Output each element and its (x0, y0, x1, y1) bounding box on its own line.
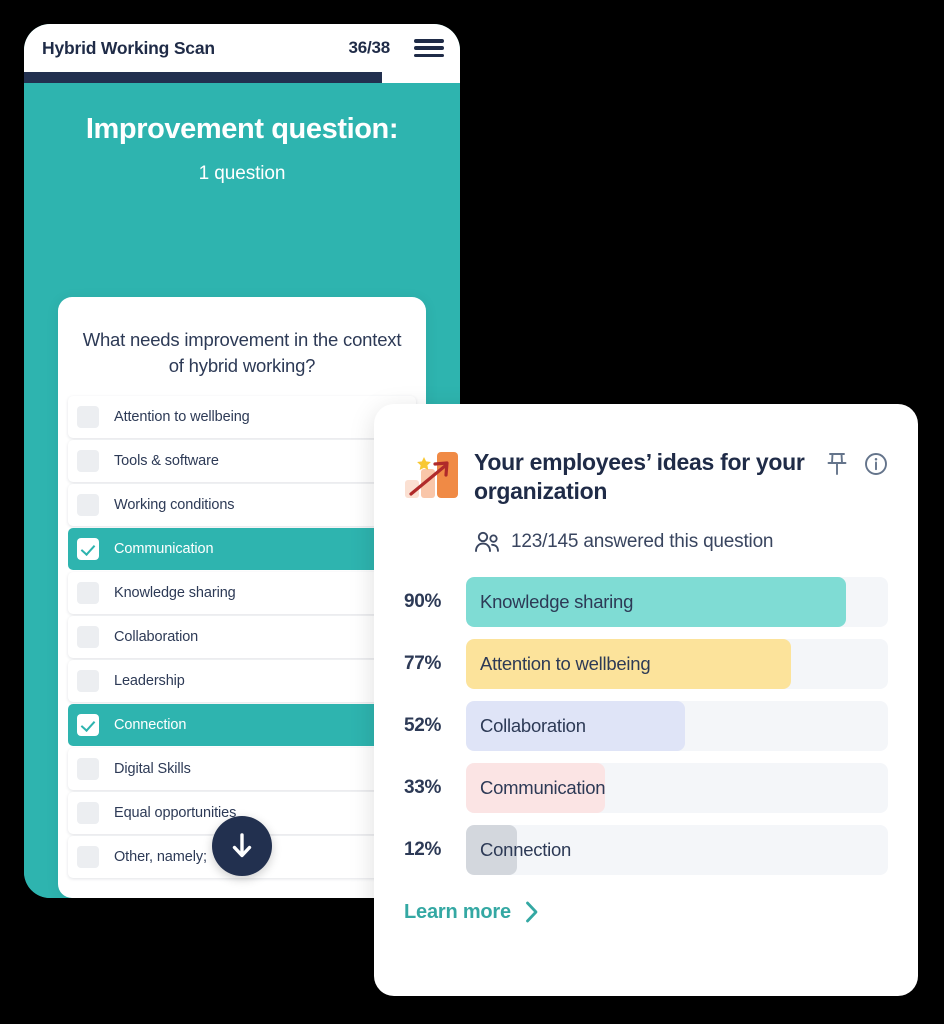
arrow-down-icon (232, 833, 252, 858)
bar-value-label: 52% (404, 714, 442, 736)
checkbox-unchecked-icon[interactable] (77, 449, 99, 472)
info-circle-icon[interactable] (864, 452, 888, 476)
page-title: Hybrid Working Scan (42, 37, 215, 58)
checkbox-checked-icon[interactable] (77, 713, 99, 736)
checkbox-unchecked-icon[interactable] (77, 493, 99, 516)
option-row[interactable]: Digital Skills (68, 747, 416, 790)
checkbox-unchecked-icon[interactable] (77, 669, 99, 692)
chevron-right-icon (526, 901, 538, 923)
bar-track: Attention to wellbeing (466, 638, 888, 689)
bar-row: 33% Communication (404, 762, 888, 813)
phone-app-header: Hybrid Working Scan 36/38 (24, 24, 460, 72)
section-subtitle: 1 question (198, 163, 286, 185)
question-card: What needs improvement in the context of… (58, 297, 426, 898)
bar-value-label: 90% (404, 590, 442, 612)
bar-row: 77% Attention to wellbeing (404, 638, 888, 689)
scroll-down-button[interactable] (212, 816, 272, 876)
option-label: Collaboration (114, 628, 199, 645)
option-row[interactable]: Collaboration (68, 615, 416, 658)
option-row[interactable]: Leadership (68, 659, 416, 702)
checkbox-unchecked-icon[interactable] (77, 405, 99, 428)
hamburger-bar (414, 53, 444, 57)
bar-category-label: Attention to wellbeing (480, 652, 651, 674)
question-text: What needs improvement in the context of… (82, 329, 402, 377)
checkbox-unchecked-icon[interactable] (77, 581, 99, 604)
progress-bar-track (24, 72, 460, 83)
learn-more-label: Learn more (404, 900, 511, 923)
bar-category-label: Connection (480, 838, 572, 860)
option-label: Digital Skills (114, 760, 191, 777)
option-label: Working conditions (114, 496, 235, 513)
option-label: Knowledge sharing (114, 584, 236, 601)
results-card-title: Your employees’ ideas for your organizat… (474, 449, 805, 505)
results-card-header: Your employees’ ideas for your organizat… (404, 446, 888, 507)
checkbox-unchecked-icon[interactable] (77, 845, 99, 868)
option-row[interactable]: Working conditions (68, 483, 416, 526)
option-label: Connection (114, 716, 187, 733)
learn-more-link[interactable]: Learn more (404, 901, 539, 924)
bar-category-label: Knowledge sharing (480, 590, 634, 612)
bar-track: Communication (466, 762, 888, 813)
checkbox-unchecked-icon[interactable] (77, 625, 99, 648)
option-label: Tools & software (114, 452, 219, 469)
option-row[interactable]: Communication (68, 527, 416, 570)
option-row[interactable]: Attention to wellbeing (68, 395, 416, 438)
bar-track: Collaboration (466, 700, 888, 751)
options-list: Attention to wellbeing Tools & software Wo… (58, 395, 426, 878)
option-label: Communication (114, 540, 214, 557)
hamburger-bar (414, 46, 444, 50)
bar-category-label: Communication (480, 776, 606, 798)
option-label: Equal opportunities (114, 804, 237, 821)
bar-row: 12% Connection (404, 824, 888, 875)
option-label: Other, namely; (114, 848, 207, 865)
pin-icon[interactable] (826, 452, 848, 476)
bar-row: 90% Knowledge sharing (404, 576, 888, 627)
results-card-actions (826, 446, 888, 476)
results-card: Your employees’ ideas for your organizat… (374, 404, 918, 996)
bar-track: Knowledge sharing (466, 576, 888, 627)
option-row[interactable]: Connection (68, 703, 416, 746)
people-icon (475, 531, 499, 552)
hamburger-bar (414, 39, 444, 43)
bar-track: Connection (466, 824, 888, 875)
bar-row: 52% Collaboration (404, 700, 888, 751)
bar-value-label: 33% (404, 776, 442, 798)
question-progress-count: 36/38 (348, 38, 390, 57)
answered-count-row: 123/145 answered this question (404, 531, 888, 553)
bar-category-label: Collaboration (480, 714, 586, 736)
checkbox-checked-icon[interactable] (77, 537, 99, 560)
checkbox-unchecked-icon[interactable] (77, 757, 99, 780)
bar-value-label: 12% (404, 838, 442, 860)
bar-chart-growth-icon (405, 452, 458, 498)
option-label: Leadership (114, 672, 185, 689)
answered-count-text: 123/145 answered this question (511, 530, 774, 552)
section-title: Improvement question: (85, 113, 399, 145)
progress-bar-fill (24, 72, 382, 83)
option-label: Attention to wellbeing (114, 408, 250, 425)
option-row[interactable]: Knowledge sharing (68, 571, 416, 614)
bar-value-label: 77% (404, 652, 442, 674)
option-row[interactable]: Tools & software (68, 439, 416, 482)
checkbox-unchecked-icon[interactable] (77, 801, 99, 824)
hamburger-menu-icon[interactable] (414, 37, 444, 59)
screenshot-stage: Hybrid Working Scan 36/38 Improvement qu… (0, 0, 944, 1024)
results-bar-chart: 90% Knowledge sharing 77% Attention to well… (404, 576, 888, 875)
